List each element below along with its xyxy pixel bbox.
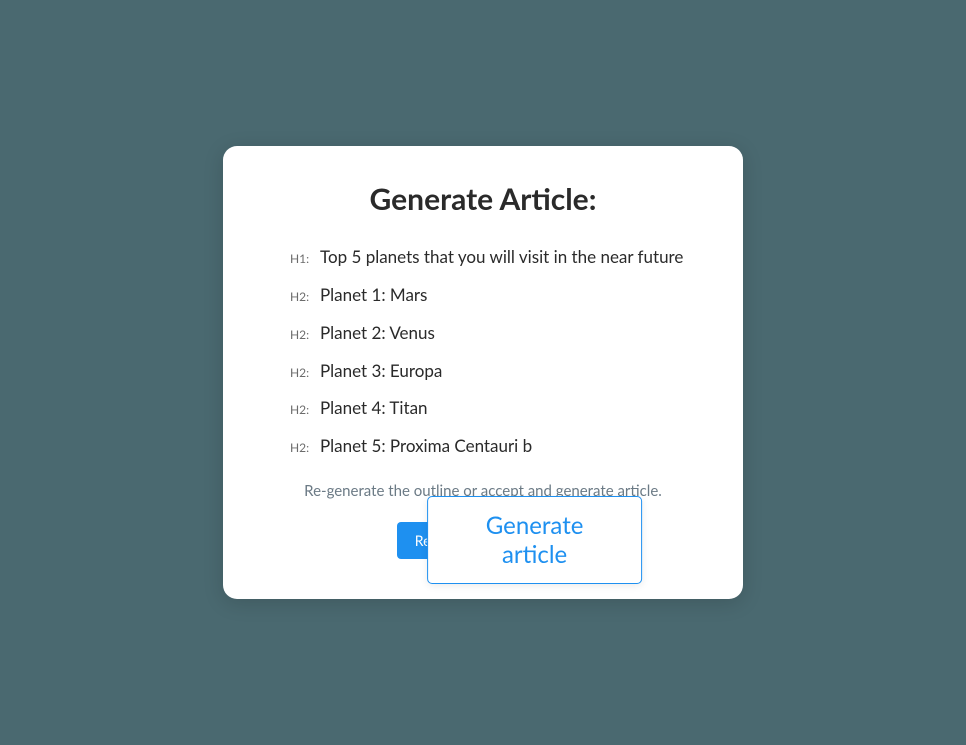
heading-level: H2: xyxy=(290,365,320,380)
outline-row: H1: Top 5 planets that you will visit in… xyxy=(290,245,688,269)
heading-level: H2: xyxy=(290,327,320,342)
outline-row: H2: Planet 2: Venus xyxy=(290,321,688,345)
heading-text: Planet 5: Proxima Centauri b xyxy=(320,434,532,458)
generate-article-card: Generate Article: H1: Top 5 planets that… xyxy=(223,146,743,599)
heading-level: H2: xyxy=(290,440,320,455)
heading-level: H2: xyxy=(290,289,320,304)
heading-text: Planet 3: Europa xyxy=(320,359,442,383)
heading-level: H2: xyxy=(290,402,320,417)
heading-text: Top 5 planets that you will visit in the… xyxy=(320,245,683,269)
article-outline: H1: Top 5 planets that you will visit in… xyxy=(268,245,698,458)
heading-text: Planet 2: Venus xyxy=(320,321,435,345)
outline-row: H2: Planet 3: Europa xyxy=(290,359,688,383)
outline-row: H2: Planet 1: Mars xyxy=(290,283,688,307)
outline-row: H2: Planet 4: Titan xyxy=(290,396,688,420)
heading-level: H1: xyxy=(290,251,320,266)
button-row: Re-generate headlines Generate article xyxy=(268,522,698,559)
card-title: Generate Article: xyxy=(268,181,698,217)
heading-text: Planet 4: Titan xyxy=(320,396,428,420)
generate-article-button[interactable]: Generate article xyxy=(427,496,642,584)
heading-text: Planet 1: Mars xyxy=(320,283,427,307)
outline-row: H2: Planet 5: Proxima Centauri b xyxy=(290,434,688,458)
